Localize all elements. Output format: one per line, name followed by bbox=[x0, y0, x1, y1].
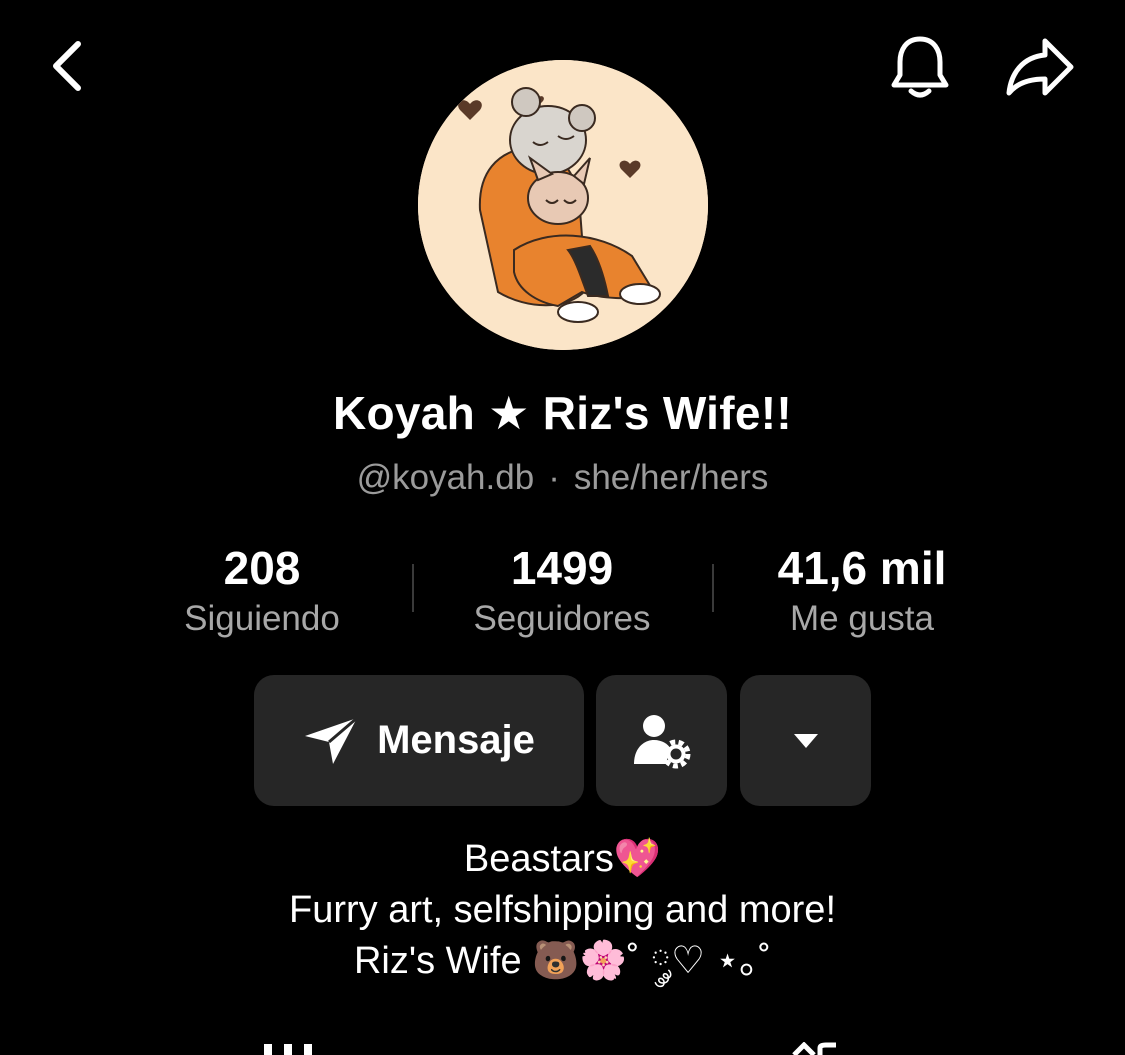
likes-label: Me gusta bbox=[790, 599, 934, 638]
pronouns: she/her/hers bbox=[573, 458, 769, 497]
following-label: Siguiendo bbox=[184, 599, 340, 638]
more-options-button[interactable] bbox=[740, 675, 871, 806]
bell-icon bbox=[891, 36, 949, 98]
back-button[interactable] bbox=[36, 30, 100, 102]
stats-row: 208 Siguiendo 1499 Seguidores 41,6 mil M… bbox=[0, 540, 1125, 650]
bio-line: Riz's Wife 🐻🌸˚ ༘♡ ⋆｡˚ bbox=[353, 940, 772, 982]
profile-settings-button[interactable] bbox=[596, 675, 727, 806]
grid-icon[interactable] bbox=[262, 1042, 314, 1055]
handle-row: @koyah.db · she/her/hers bbox=[0, 458, 1125, 498]
profile-illustration bbox=[418, 60, 708, 350]
content-tabs bbox=[0, 1042, 1125, 1055]
stat-following[interactable]: 208 Siguiendo bbox=[112, 540, 412, 642]
followers-label: Seguidores bbox=[473, 599, 651, 638]
username[interactable]: @koyah.db bbox=[357, 458, 535, 497]
stat-followers[interactable]: 1499 Seguidores bbox=[412, 540, 712, 642]
bio: Beastars💖 Furry art, selfshipping and mo… bbox=[0, 834, 1125, 987]
message-button[interactable]: Mensaje bbox=[254, 675, 584, 806]
share-arrow-icon bbox=[1006, 38, 1074, 96]
bio-line: Furry art, selfshipping and more! bbox=[288, 889, 836, 931]
chevron-left-icon bbox=[53, 41, 81, 91]
user-gear-icon bbox=[633, 714, 690, 768]
notifications-button[interactable] bbox=[880, 28, 960, 108]
stat-likes[interactable]: 41,6 mil Me gusta bbox=[712, 540, 1012, 642]
followers-count: 1499 bbox=[510, 542, 614, 594]
reposts-icon[interactable] bbox=[790, 1042, 840, 1055]
separator-dot: · bbox=[548, 458, 560, 497]
caret-down-icon bbox=[793, 733, 818, 748]
following-count: 208 bbox=[223, 542, 301, 594]
bio-line: Beastars💖 bbox=[463, 838, 662, 880]
display-name: Koyah ★ Riz's Wife!! bbox=[332, 387, 792, 439]
message-label: Mensaje bbox=[377, 718, 535, 762]
likes-count: 41,6 mil bbox=[777, 542, 947, 594]
avatar[interactable] bbox=[418, 60, 708, 350]
send-icon bbox=[305, 716, 359, 764]
share-button[interactable] bbox=[1000, 28, 1080, 108]
